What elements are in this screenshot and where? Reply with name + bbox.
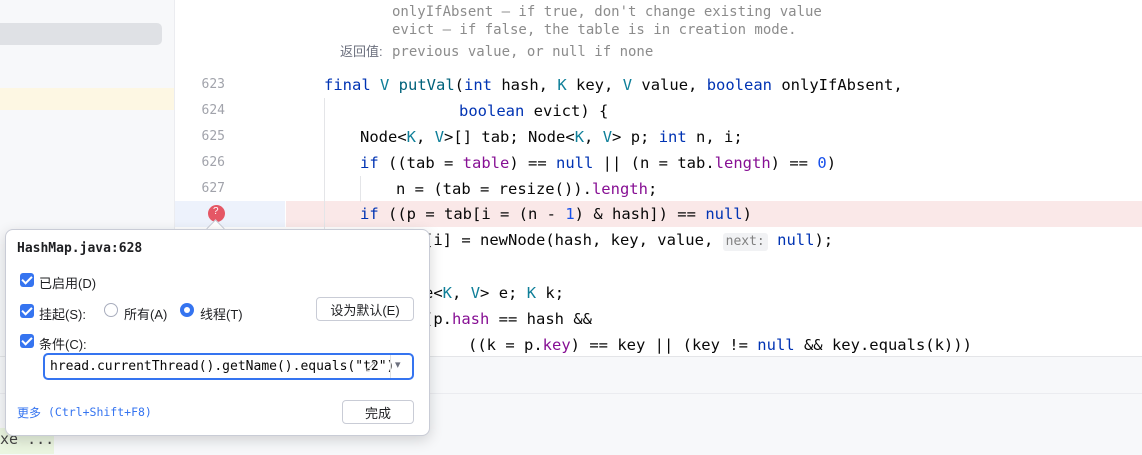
code-line-632[interactable]: (p.hash == hash && <box>424 306 592 332</box>
code-line-623[interactable]: final V putVal(int hash, K key, V value,… <box>324 72 903 98</box>
gutter-breakpoint-row <box>175 201 285 227</box>
condition-input[interactable]: hread.currentThread().getName().equals("… <box>43 353 414 380</box>
breakpoint-popup: HashMap.java:628 已启用(D) 挂起(S): 所有(A) 线程(… <box>5 229 430 436</box>
line-number: 627 <box>201 181 225 196</box>
code-line-624[interactable]: boolean evict) { <box>459 98 608 124</box>
enabled-checkbox[interactable] <box>20 273 34 287</box>
doc-param-line: onlyIfAbsent – if true, don't change exi… <box>392 4 822 20</box>
more-link[interactable]: 更多 <box>17 404 41 421</box>
suspend-all-label[interactable]: 所有(A) <box>124 304 167 323</box>
project-highlight-row[interactable] <box>0 88 174 110</box>
condition-label[interactable]: 条件(C): <box>39 334 87 353</box>
condition-checkbox[interactable] <box>20 334 34 348</box>
popup-title: HashMap.java:628 <box>17 241 143 256</box>
code-line-627[interactable]: n = (tab = resize()).length; <box>396 176 657 202</box>
line-number: 624 <box>201 103 225 118</box>
code-line-631[interactable]: e<K, V> e; K k; <box>424 280 564 306</box>
expand-icon[interactable]: ⤢ <box>365 359 381 375</box>
doc-param-line: evict – if false, the table is in creati… <box>392 22 797 38</box>
line-number: 623 <box>201 77 225 92</box>
line-number: 626 <box>201 155 225 170</box>
code-line-633[interactable]: ((k = p.key) == key || (key != null && k… <box>468 332 972 358</box>
code-line-628[interactable]: if ((p = tab[i = (n - 1) & hash]) == nul… <box>360 201 752 227</box>
set-default-button[interactable]: 设为默认(E) <box>316 297 414 321</box>
suspend-thread-label[interactable]: 线程(T) <box>200 304 243 323</box>
condition-input-value[interactable]: hread.currentThread().getName().equals("… <box>50 359 394 374</box>
code-line-626[interactable]: if ((tab = table) == null || (n = tab.le… <box>360 150 836 176</box>
code-line-625[interactable]: Node<K, V>[] tab; Node<K, V> p; int n, i… <box>360 124 743 150</box>
suspend-all-radio[interactable] <box>104 303 118 317</box>
done-button[interactable]: 完成 <box>342 400 414 424</box>
breakpoint-condition-icon: ? <box>213 206 219 217</box>
code-line-629[interactable]: [i] = newNode(hash, key, value, next: nu… <box>424 227 833 253</box>
project-selected-item[interactable] <box>0 23 162 45</box>
doc-return-label: 返回值: <box>340 44 383 59</box>
suspend-label[interactable]: 挂起(S): <box>39 304 86 323</box>
suspend-checkbox[interactable] <box>20 304 34 318</box>
suspend-thread-radio[interactable] <box>180 303 194 317</box>
more-shortcut[interactable]: (Ctrl+Shift+F8) <box>48 405 152 419</box>
condition-separator <box>390 355 391 378</box>
line-number: 625 <box>201 129 225 144</box>
chevron-down-icon[interactable]: ▾ <box>395 358 401 371</box>
indent-guide <box>360 176 361 202</box>
inlay-hint: next: <box>722 233 768 251</box>
enabled-label[interactable]: 已启用(D) <box>39 273 96 292</box>
doc-return-text: previous value, or null if none <box>392 44 654 60</box>
